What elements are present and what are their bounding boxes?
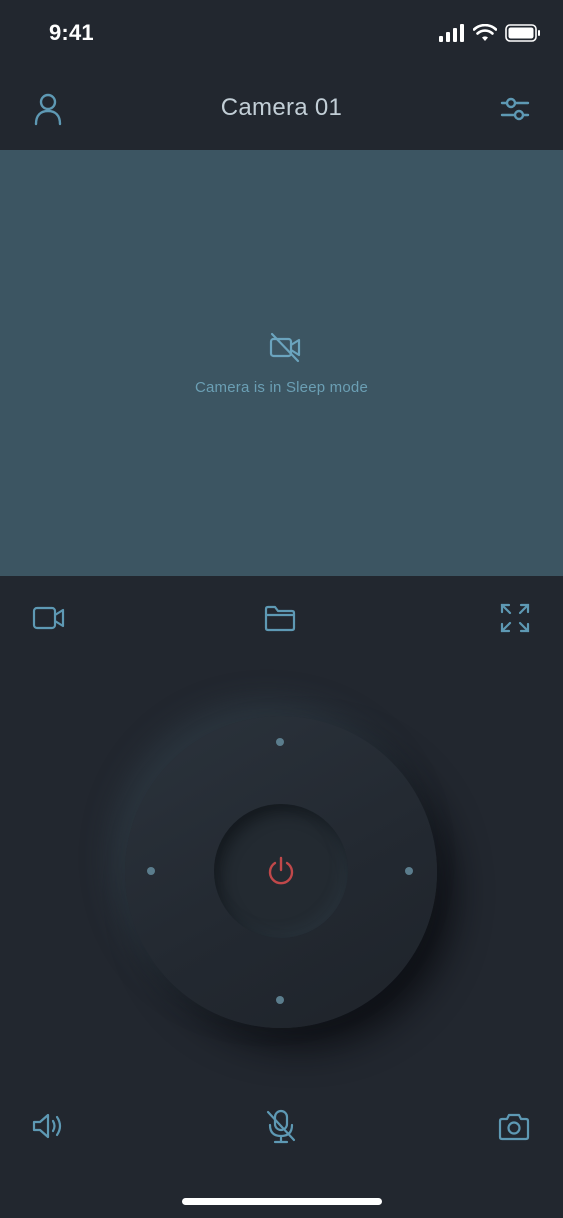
audio-toolbar — [0, 1104, 563, 1150]
battery-icon — [505, 24, 541, 47]
camera-viewer[interactable]: Camera is in Sleep mode — [0, 150, 563, 576]
status-time: 9:41 — [49, 20, 94, 45]
camera-off-icon — [268, 330, 302, 364]
home-indicator[interactable] — [182, 1198, 382, 1205]
mic-off-icon[interactable] — [264, 1108, 298, 1144]
sleep-mode-message: Camera is in Sleep mode — [194, 379, 368, 396]
power-icon — [268, 856, 294, 885]
sliders-icon[interactable] — [500, 94, 530, 124]
power-button[interactable] — [214, 804, 348, 938]
direction-left[interactable] — [147, 867, 155, 875]
camera-icon[interactable] — [497, 1110, 531, 1144]
media-toolbar — [0, 595, 563, 645]
status-icons — [439, 23, 541, 47]
wifi-icon — [472, 23, 498, 47]
fullscreen-icon[interactable] — [498, 601, 532, 635]
page-title: Camera 01 — [220, 94, 343, 121]
direction-down[interactable] — [276, 996, 284, 1004]
top-nav: Camera 01 — [0, 70, 563, 150]
status-bar: 9:41 — [0, 0, 563, 70]
direction-up[interactable] — [276, 738, 284, 746]
signal-icon — [439, 24, 465, 47]
folder-icon[interactable] — [263, 601, 297, 635]
speaker-icon[interactable] — [31, 1109, 65, 1143]
video-icon[interactable] — [32, 601, 66, 635]
direction-right[interactable] — [405, 867, 413, 875]
